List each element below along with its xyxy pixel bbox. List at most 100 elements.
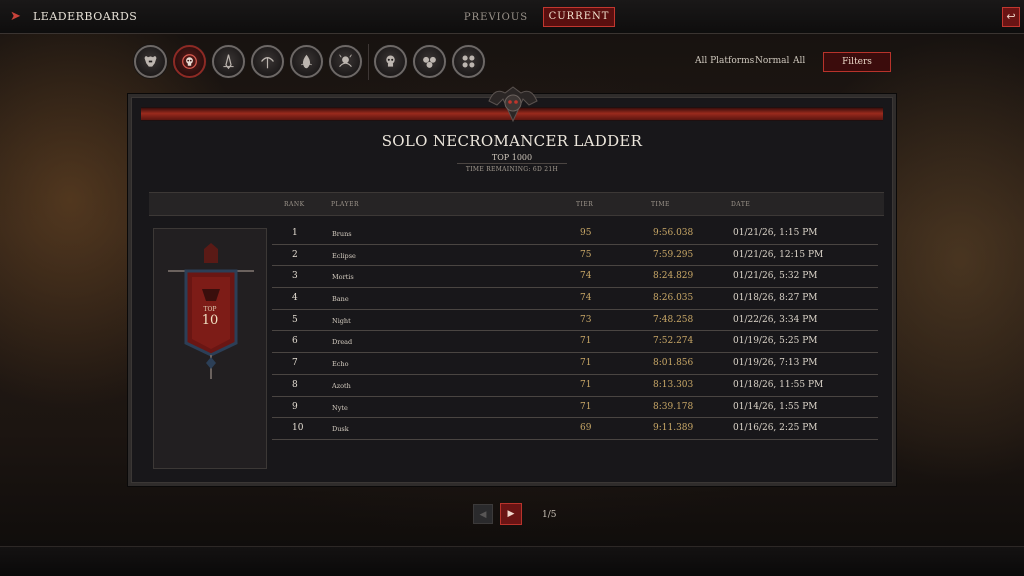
rank-cell: 7 <box>292 358 298 369</box>
time-cell: 7:52.274 <box>653 336 694 347</box>
player-cell: Dusk <box>332 425 349 434</box>
player-cell: Azoth <box>332 381 351 390</box>
horned-helm-icon[interactable] <box>134 45 167 78</box>
next-page-button[interactable]: ▶ <box>500 503 522 525</box>
date-cell: 01/21/26, 5:32 PM <box>733 271 818 282</box>
tier-cell: 95 <box>580 228 592 238</box>
dagger-icon[interactable] <box>212 45 245 78</box>
table-row[interactable]: 2 Eclipse 75 7:59.295 01/21/26, 12:15 PM <box>272 245 878 267</box>
date-cell: 01/22/26, 3:34 PM <box>733 314 818 325</box>
time-cell: 9:56.038 <box>653 228 694 238</box>
rank-cell: 9 <box>292 401 298 412</box>
player-cell: Night <box>332 316 351 325</box>
column-header-time: TIME <box>651 201 670 208</box>
date-cell: 01/14/26, 1:55 PM <box>733 401 818 412</box>
filters-button[interactable]: Filters <box>823 52 891 72</box>
three-skulls-icon[interactable] <box>413 45 446 78</box>
banner-top-label: TOP <box>203 306 217 313</box>
table-row[interactable]: 10 Dusk 69 9:11.389 01/16/26, 2:25 PM <box>272 418 878 440</box>
table-row[interactable]: 4 Bane 74 8:26.035 01/18/26, 8:27 PM <box>272 288 878 310</box>
four-skulls-icon[interactable] <box>452 45 485 78</box>
flame-icon[interactable] <box>290 45 323 78</box>
time-cell: 7:59.295 <box>653 249 694 260</box>
time-cell: 8:24.829 <box>653 271 694 282</box>
rank-cell: 4 <box>292 293 298 304</box>
time-remaining: TIME REMAINING: 6D 21H <box>465 166 559 173</box>
tier-cell: 69 <box>580 423 592 434</box>
date-cell: 01/19/26, 7:13 PM <box>733 358 818 369</box>
date-cell: 01/16/26, 2:25 PM <box>733 423 818 434</box>
date-cell: 01/21/26, 12:15 PM <box>733 249 824 260</box>
tier-cell: 71 <box>580 401 592 412</box>
chevron-left-icon: ◀ <box>479 510 487 520</box>
table-row[interactable]: 6 Dread 71 7:52.274 01/19/26, 5:25 PM <box>272 331 878 354</box>
tier-cell: 74 <box>580 271 592 282</box>
player-cell: Mortis <box>332 273 354 282</box>
tier-cell: 73 <box>580 314 592 325</box>
tier-cell: 71 <box>580 358 592 369</box>
player-cell: Nyte <box>332 403 348 412</box>
rank-cell: 2 <box>292 249 298 260</box>
table-header: RANK PLAYER TIER TIME DATE <box>149 192 884 216</box>
return-arrow-icon[interactable]: ↩ <box>1002 7 1020 27</box>
time-cell: 8:39.178 <box>653 401 694 412</box>
time-cell: 7:48.258 <box>653 314 694 325</box>
rank-cell: 8 <box>292 379 298 390</box>
rank-cell: 1 <box>292 228 298 238</box>
time-cell: 8:26.035 <box>653 293 694 304</box>
table-row[interactable]: 7 Echo 71 8:01.856 01/19/26, 7:13 PM <box>272 353 878 375</box>
bottom-bar <box>0 546 1024 576</box>
rank-cell: 6 <box>292 336 298 347</box>
date-cell: 01/18/26, 11:55 PM <box>733 379 824 390</box>
mode-filter[interactable]: Normal <box>755 56 789 66</box>
chevron-right-icon: ▶ <box>507 509 515 519</box>
table-row[interactable]: 9 Nyte 71 8:39.178 01/14/26, 1:55 PM <box>272 397 878 419</box>
prev-page-button[interactable]: ◀ <box>473 504 493 524</box>
player-cell: Bane <box>332 295 349 304</box>
skull-ring-icon[interactable] <box>173 45 206 78</box>
tier-cell: 75 <box>580 249 592 260</box>
table-row[interactable]: 5 Night 73 7:48.258 01/22/26, 3:34 PM <box>272 310 878 332</box>
time-cell: 8:01.856 <box>653 358 694 369</box>
page-indicator: 1/5 <box>542 510 557 520</box>
two-skulls-icon[interactable] <box>374 45 407 78</box>
table-row[interactable]: 3 Mortis 74 8:24.829 01/21/26, 5:32 PM <box>272 266 878 289</box>
spirit-icon[interactable] <box>329 45 362 78</box>
date-cell: 01/21/26, 1:15 PM <box>733 228 818 238</box>
page-title: LEADERBOARDS <box>33 10 138 23</box>
scope-filter[interactable]: All <box>793 56 805 66</box>
icon-divider <box>368 44 369 80</box>
table-row[interactable]: 8 Azoth 71 8:13.303 01/18/26, 11:55 PM <box>272 375 878 397</box>
rank-cell: 10 <box>292 423 304 434</box>
rank-banner: TOP 10 <box>153 228 267 469</box>
rank-cell: 3 <box>292 271 298 282</box>
tab-current[interactable]: CURRENT <box>543 7 615 27</box>
bow-icon[interactable] <box>251 45 284 78</box>
player-cell: Eclipse <box>332 251 356 260</box>
player-cell: Echo <box>332 360 349 369</box>
tier-cell: 71 <box>580 336 592 347</box>
time-cell: 8:13.303 <box>653 379 694 390</box>
ladder-title: SOLO NECROMANCER LADDER <box>381 132 643 150</box>
column-header-tier: TIER <box>576 201 594 208</box>
player-cell: Dread <box>332 338 353 347</box>
tab-previous[interactable]: PREVIOUS <box>462 8 530 27</box>
platform-filter[interactable]: All Platforms <box>695 56 754 66</box>
banner-top-value: 10 <box>201 313 219 328</box>
title-divider <box>457 163 567 164</box>
tier-cell: 71 <box>580 379 592 390</box>
leaderboard-rows: 1 Bruns 95 9:56.038 01/21/26, 1:15 PM 2 … <box>272 223 878 440</box>
leaderboard-panel: SOLO NECROMANCER LADDER TOP 1000 TIME RE… <box>128 86 896 486</box>
column-header-date: DATE <box>731 201 751 208</box>
skull-emblem-icon <box>488 86 538 123</box>
time-cell: 9:11.389 <box>653 423 694 434</box>
column-header-rank: RANK <box>284 201 305 208</box>
rank-cell: 5 <box>292 314 298 325</box>
date-cell: 01/19/26, 5:25 PM <box>733 336 818 347</box>
player-cell: Bruns <box>332 230 352 238</box>
date-cell: 01/18/26, 8:27 PM <box>733 293 818 304</box>
arrow-right-icon[interactable]: ➤ <box>10 9 30 25</box>
top-bar: ➤ LEADERBOARDS PREVIOUS CURRENT ↩ <box>0 0 1024 34</box>
column-header-player: PLAYER <box>331 201 359 208</box>
table-row[interactable]: 1 Bruns 95 9:56.038 01/21/26, 1:15 PM <box>272 223 878 245</box>
